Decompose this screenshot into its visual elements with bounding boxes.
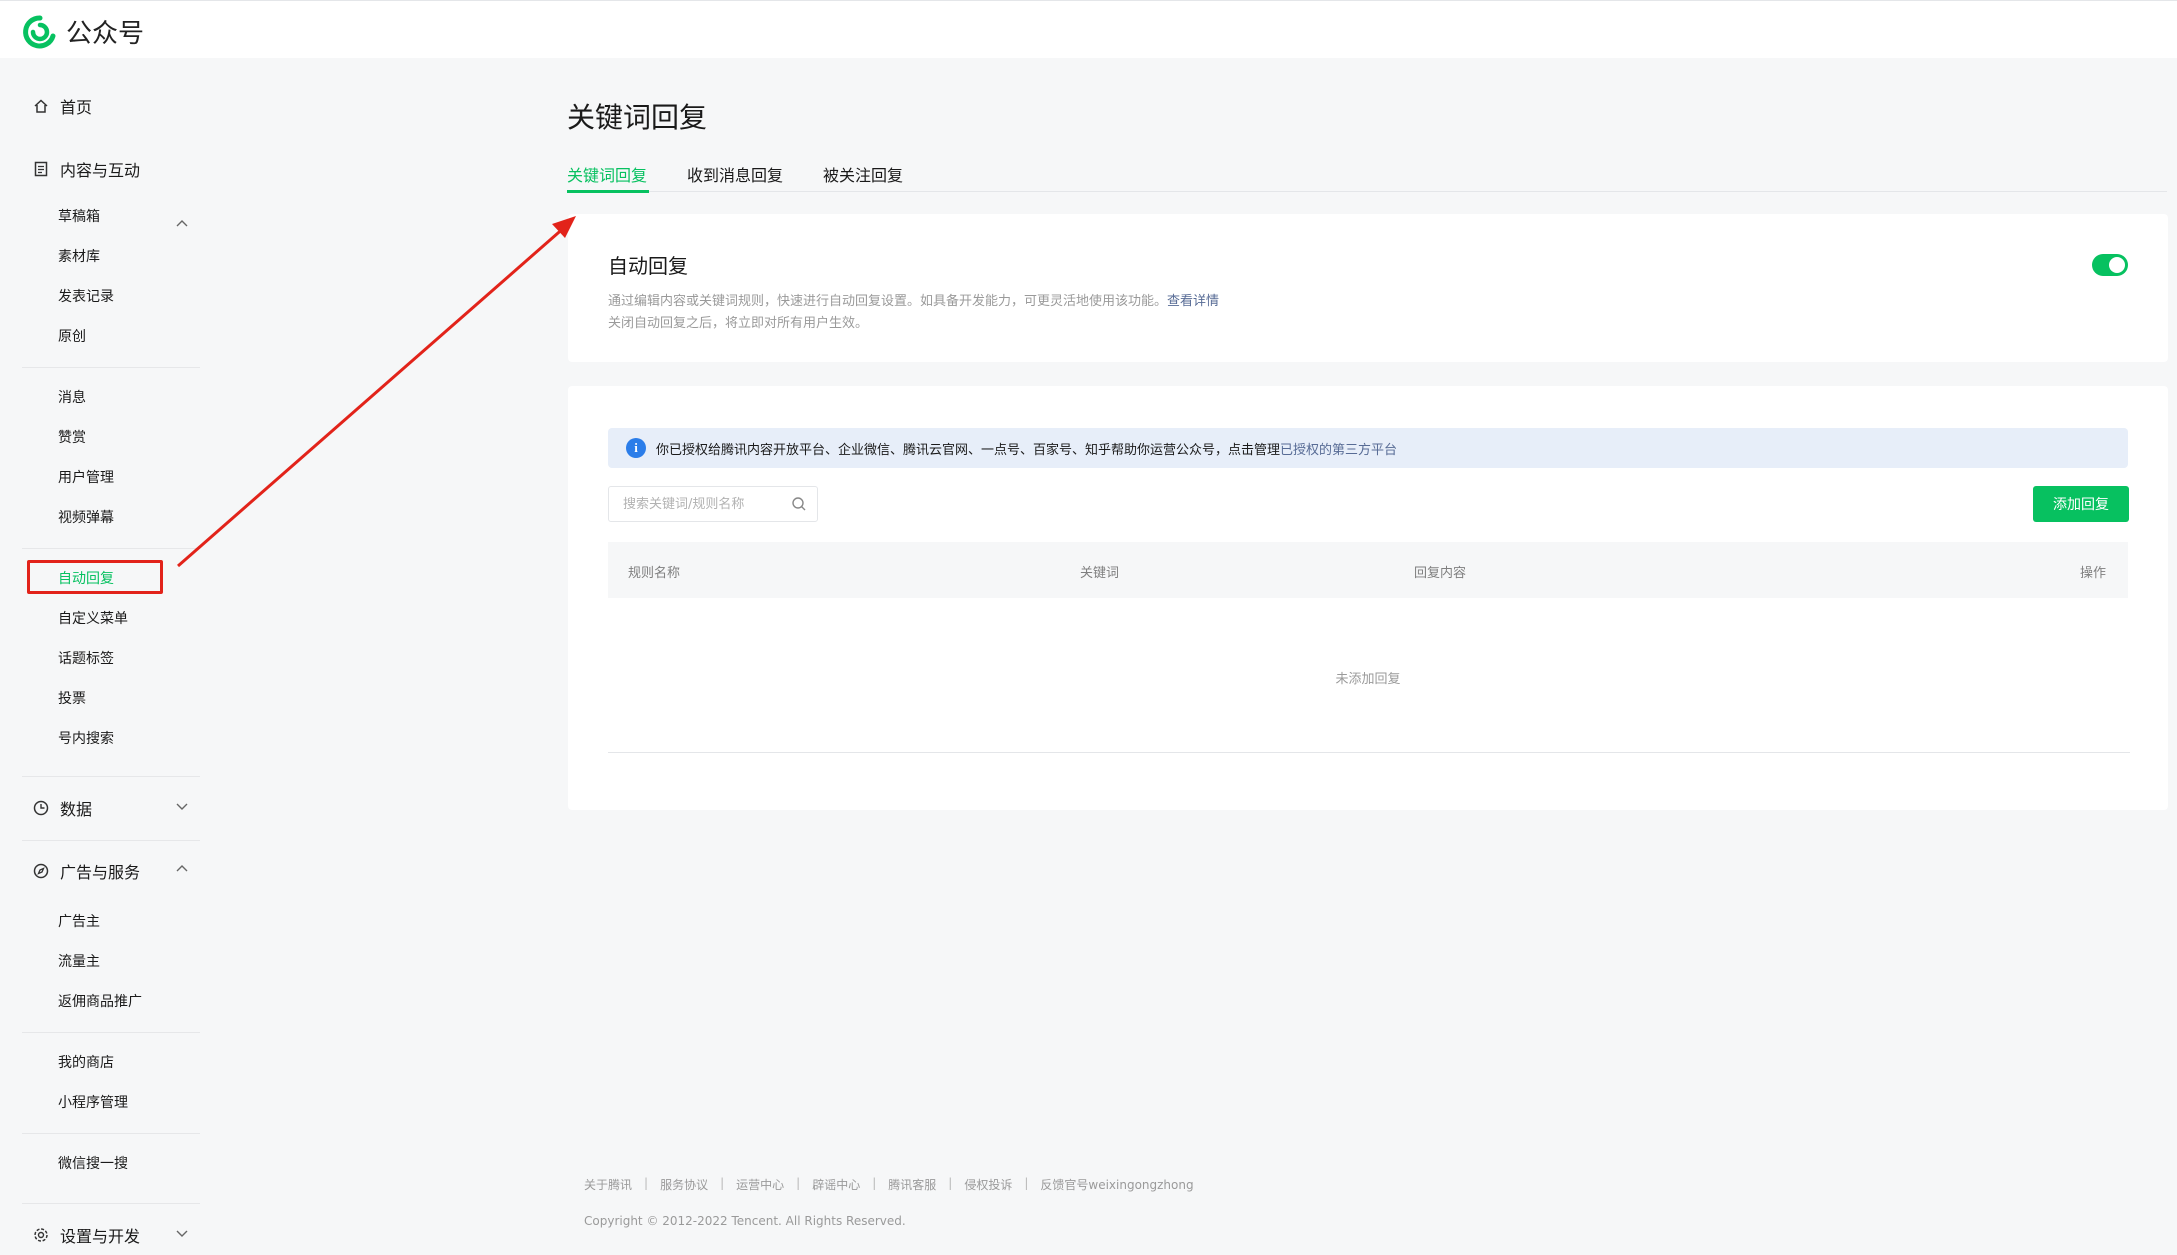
sidebar: 首页 内容与互动 草稿箱 素材库 发表记录 原创 消息 赞赏 用户管理 视频弹幕…	[0, 58, 210, 1255]
info-icon: i	[626, 438, 646, 458]
footer-separator: |	[872, 1176, 877, 1190]
sidebar-group-content[interactable]: 内容与互动	[32, 157, 140, 181]
auto-reply-note: 关闭自动回复之后，将立即对所有用户生效。	[608, 316, 869, 331]
view-details-link[interactable]: 查看详情	[1167, 294, 1219, 309]
table-empty-state: 未添加回复	[1335, 672, 1401, 687]
sidebar-item-advertiser[interactable]: 广告主	[58, 911, 100, 931]
search-box[interactable]	[608, 486, 818, 522]
footer-link-operation-center[interactable]: 运营中心	[736, 1176, 784, 1193]
footer-separator: |	[1024, 1176, 1029, 1190]
clock-chart-icon	[32, 799, 50, 817]
sidebar-item-home[interactable]: 首页	[32, 94, 92, 118]
sidebar-item-user-management[interactable]: 用户管理	[58, 467, 114, 487]
sidebar-item-messages[interactable]: 消息	[58, 387, 86, 407]
tab-follow-reply[interactable]: 被关注回复	[823, 162, 903, 186]
search-icon[interactable]	[791, 496, 807, 512]
sidebar-item-wechat-search[interactable]: 微信搜一搜	[58, 1153, 128, 1173]
add-reply-button[interactable]: 添加回复	[2033, 486, 2129, 522]
footer-link-about[interactable]: 关于腾讯	[584, 1176, 632, 1193]
gear-icon	[32, 1226, 50, 1244]
sidebar-group-label: 数据	[60, 800, 93, 819]
sidebar-divider	[22, 548, 200, 549]
footer-link-customer-service[interactable]: 腾讯客服	[888, 1176, 936, 1193]
annotation-highlight-box	[27, 560, 163, 594]
footer-link-infringement[interactable]: 侵权投诉	[964, 1176, 1012, 1193]
notice-text: 你已授权给腾讯内容开放平台、企业微信、腾讯云官网、一点号、百家号、知乎帮助你运营…	[656, 442, 1281, 458]
column-header-keyword: 关键词	[1080, 566, 1120, 581]
third-party-platform-link[interactable]: 已授权的第三方平台	[1280, 439, 1397, 458]
sidebar-item-my-store[interactable]: 我的商店	[58, 1052, 114, 1072]
auto-reply-toggle[interactable]	[2092, 254, 2128, 276]
top-bar: 公众号	[0, 0, 2177, 58]
tab-keyword-reply[interactable]: 关键词回复	[567, 162, 649, 193]
sidebar-divider	[22, 840, 200, 841]
footer-link-service-agreement[interactable]: 服务协议	[660, 1176, 708, 1193]
table-bottom-border	[608, 752, 2130, 753]
page-title: 关键词回复	[567, 101, 708, 134]
chevron-up-icon[interactable]	[174, 216, 190, 232]
footer-separator: |	[644, 1176, 649, 1190]
sidebar-item-materials[interactable]: 素材库	[58, 246, 100, 266]
chevron-up-icon[interactable]	[174, 861, 190, 877]
compass-icon	[32, 862, 50, 880]
sidebar-divider	[22, 1203, 200, 1204]
sidebar-item-custom-menu[interactable]: 自定义菜单	[58, 608, 128, 628]
footer-separator: |	[796, 1176, 801, 1190]
sidebar-group-data[interactable]: 数据	[32, 796, 92, 820]
logo[interactable]: 公众号	[22, 13, 144, 50]
sidebar-item-in-account-search[interactable]: 号内搜索	[58, 728, 114, 748]
footer-separator: |	[720, 1176, 725, 1190]
sidebar-divider	[22, 1133, 200, 1134]
sidebar-item-rewards[interactable]: 赞赏	[58, 427, 86, 447]
tab-message-reply[interactable]: 收到消息回复	[687, 162, 783, 186]
sidebar-group-ads[interactable]: 广告与服务	[32, 859, 140, 883]
auto-reply-card: 自动回复 通过编辑内容或关键词规则，快速进行自动回复设置。如具备开发能力，可更灵…	[568, 214, 2168, 362]
tab-bar: 关键词回复 收到消息回复 被关注回复	[567, 160, 2167, 193]
search-input[interactable]	[623, 493, 783, 515]
sidebar-item-drafts[interactable]: 草稿箱	[58, 206, 100, 226]
auto-reply-title: 自动回复	[608, 254, 688, 278]
sidebar-item-mini-program[interactable]: 小程序管理	[58, 1092, 128, 1112]
sidebar-group-label: 广告与服务	[60, 863, 141, 882]
sidebar-group-settings[interactable]: 设置与开发	[32, 1223, 140, 1247]
authorization-notice: i 你已授权给腾讯内容开放平台、企业微信、腾讯云官网、一点号、百家号、知乎帮助你…	[608, 428, 2128, 468]
sidebar-divider	[22, 1032, 200, 1033]
app-name: 公众号	[66, 19, 145, 49]
chevron-down-icon[interactable]	[174, 798, 190, 814]
tab-active-indicator	[567, 190, 649, 193]
column-header-rule-name: 规则名称	[628, 566, 681, 581]
sidebar-item-original[interactable]: 原创	[58, 326, 86, 346]
sidebar-item-publisher[interactable]: 流量主	[58, 951, 100, 971]
sidebar-item-topic-tags[interactable]: 话题标签	[58, 648, 114, 668]
wechat-official-logo-icon	[23, 14, 56, 48]
sidebar-item-label: 首页	[60, 98, 93, 117]
column-header-reply-content: 回复内容	[1414, 566, 1467, 581]
sidebar-group-label: 设置与开发	[60, 1227, 141, 1246]
footer-link-rumor-center[interactable]: 辟谣中心	[812, 1176, 860, 1193]
sidebar-item-video-danmaku[interactable]: 视频弹幕	[58, 507, 114, 527]
sidebar-group-label: 内容与互动	[60, 161, 141, 180]
sidebar-divider	[22, 776, 200, 777]
sidebar-item-commission-promotion[interactable]: 返佣商品推广	[58, 991, 142, 1011]
document-icon	[32, 160, 50, 178]
toggle-knob	[2109, 257, 2125, 273]
footer-links: 关于腾讯 | 服务协议 | 运营中心 | 辟谣中心 | 腾讯客服 | 侵权投诉 | 反馈官号…	[584, 1176, 1194, 1193]
home-icon	[32, 97, 50, 115]
column-header-actions: 操作	[2080, 566, 2107, 581]
sidebar-item-publish-records[interactable]: 发表记录	[58, 286, 114, 306]
sidebar-item-voting[interactable]: 投票	[58, 688, 86, 708]
sidebar-divider	[22, 367, 200, 368]
copyright: Copyright © 2012-2022 Tencent. All Right…	[584, 1214, 906, 1228]
footer-separator: |	[948, 1176, 953, 1190]
table-header: 规则名称 关键词 回复内容 操作	[608, 542, 2128, 598]
chevron-down-icon[interactable]	[174, 1225, 190, 1241]
footer-link-feedback-account[interactable]: 反馈官号weixingongzhong	[1040, 1176, 1193, 1193]
auto-reply-description: 通过编辑内容或关键词规则，快速进行自动回复设置。如具备开发能力，可更灵活地使用该…	[608, 294, 1220, 309]
keyword-rules-card: i 你已授权给腾讯内容开放平台、企业微信、腾讯云官网、一点号、百家号、知乎帮助你…	[568, 386, 2168, 810]
